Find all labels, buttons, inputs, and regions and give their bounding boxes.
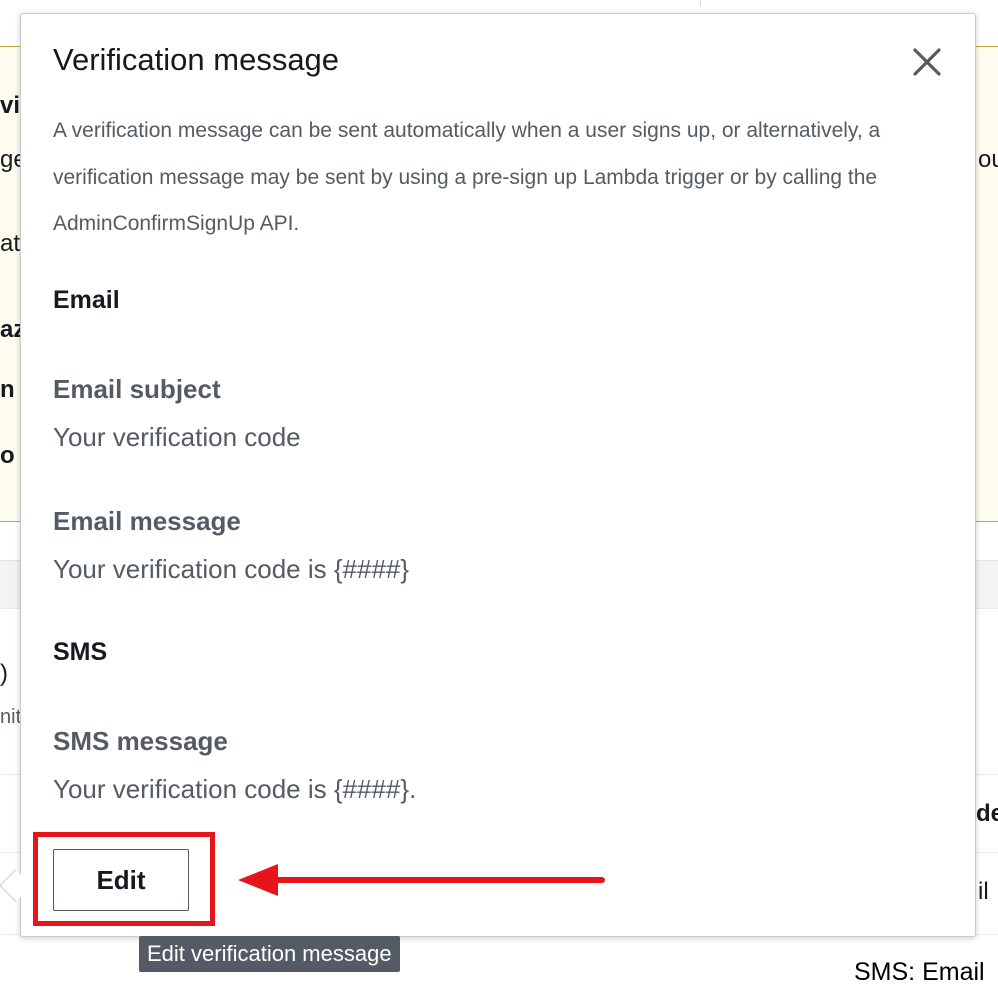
close-button[interactable] [909, 44, 945, 80]
sms-section-heading: SMS [53, 638, 108, 666]
verification-message-popover: Verification message A verification mess… [20, 13, 976, 937]
email-subject-label: Email subject [53, 374, 221, 404]
background-text-fragment: vi [0, 92, 21, 119]
edit-button-highlight [33, 832, 215, 926]
background-text-fragment: ou [978, 146, 998, 173]
background-text-fragment: il [978, 878, 989, 905]
background-text-fragment: at [0, 230, 21, 257]
popover-description: A verification message can be sent autom… [53, 119, 881, 235]
background-text-fragment: de [976, 800, 998, 827]
background-text-fragment: o [0, 442, 15, 469]
sms-message-value: Your verification code is {####}. [53, 774, 417, 804]
edit-tooltip: Edit verification message [139, 936, 400, 972]
email-message-label: Email message [53, 506, 241, 536]
background-divider [700, 0, 701, 6]
email-subject-value: Your verification code [53, 422, 301, 452]
background-footer-text: SMS: Email [854, 958, 985, 986]
background-text-fragment: ) [0, 660, 8, 687]
arrow-icon [238, 864, 605, 896]
popover-title: Verification message [53, 42, 340, 77]
email-message-value: Your verification code is {####} [53, 554, 410, 584]
background-text-fragment: n [0, 376, 15, 403]
sms-message-label: SMS message [53, 726, 228, 756]
email-section-heading: Email [53, 286, 120, 314]
close-icon [913, 48, 941, 76]
background-text-fragment: nit [0, 706, 22, 728]
